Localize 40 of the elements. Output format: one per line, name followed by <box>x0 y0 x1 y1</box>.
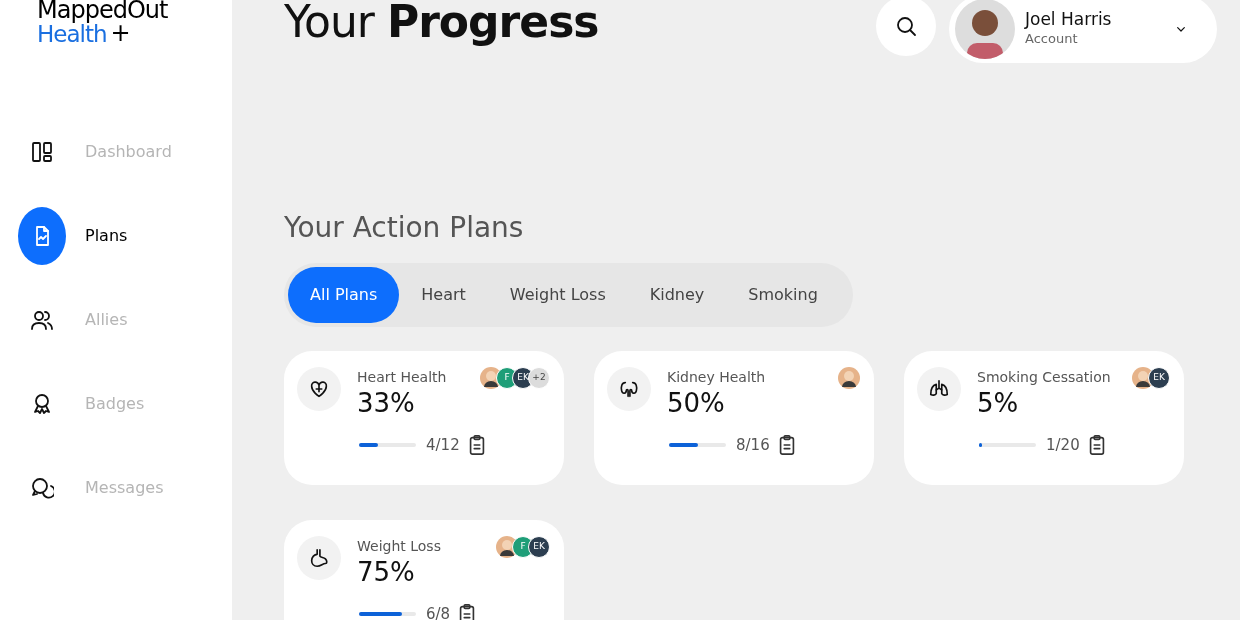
plan-card[interactable]: Weight Loss 75% 6/8 F EK <box>284 520 564 620</box>
chat-bubbles-icon <box>30 476 54 500</box>
logo-text: Health <box>37 22 107 46</box>
plan-card[interactable]: Smoking Cessation 5% 1/20 EK <box>904 351 1184 485</box>
logo-plus: + <box>110 21 130 45</box>
search-icon <box>894 14 918 38</box>
filter-tab[interactable]: Kidney <box>627 267 727 323</box>
ally-avatar: EK <box>528 536 550 558</box>
task-count: 4/12 <box>426 435 460 456</box>
plan-title: Kidney Health <box>667 368 766 387</box>
search-button[interactable] <box>876 0 936 56</box>
filter-tab[interactable]: Smoking <box>726 267 840 323</box>
ally-avatar: +2 <box>528 367 550 389</box>
ally-avatar <box>838 367 860 389</box>
task-count: 6/8 <box>426 604 451 620</box>
plan-title: Smoking Cessation <box>977 368 1111 387</box>
plan-percent: 5% <box>977 388 1020 418</box>
filter-tab[interactable]: Weight Loss <box>487 267 628 323</box>
avatar <box>955 0 1015 59</box>
task-count: 1/20 <box>1046 435 1080 456</box>
people-icon <box>30 308 54 332</box>
ally-avatar: EK <box>1148 367 1170 389</box>
account-label: Account <box>1025 30 1079 49</box>
plan-title: Weight Loss <box>357 537 441 556</box>
layout-icon <box>30 140 54 164</box>
user-name: Joel Harris <box>1025 9 1113 30</box>
plan-percent: 75% <box>357 557 416 587</box>
filter-tab[interactable]: Heart <box>399 267 488 323</box>
plan-title: Heart Health <box>357 368 447 387</box>
plan-percent: 33% <box>357 388 416 418</box>
stomach-icon <box>308 547 330 569</box>
page-title: Your Progress <box>284 0 600 46</box>
sidebar-item[interactable]: Plans <box>0 194 232 278</box>
plan-percent: 50% <box>667 388 726 418</box>
task-count: 8/16 <box>736 435 770 456</box>
account-menu[interactable]: Joel Harris Account <box>949 0 1217 63</box>
filter-tab[interactable]: All Plans <box>288 267 400 323</box>
plan-card[interactable]: Kidney Health 50% 8/16 <box>594 351 874 485</box>
section-title: Your Action Plans <box>284 210 525 246</box>
heart-plus-icon <box>308 378 330 400</box>
